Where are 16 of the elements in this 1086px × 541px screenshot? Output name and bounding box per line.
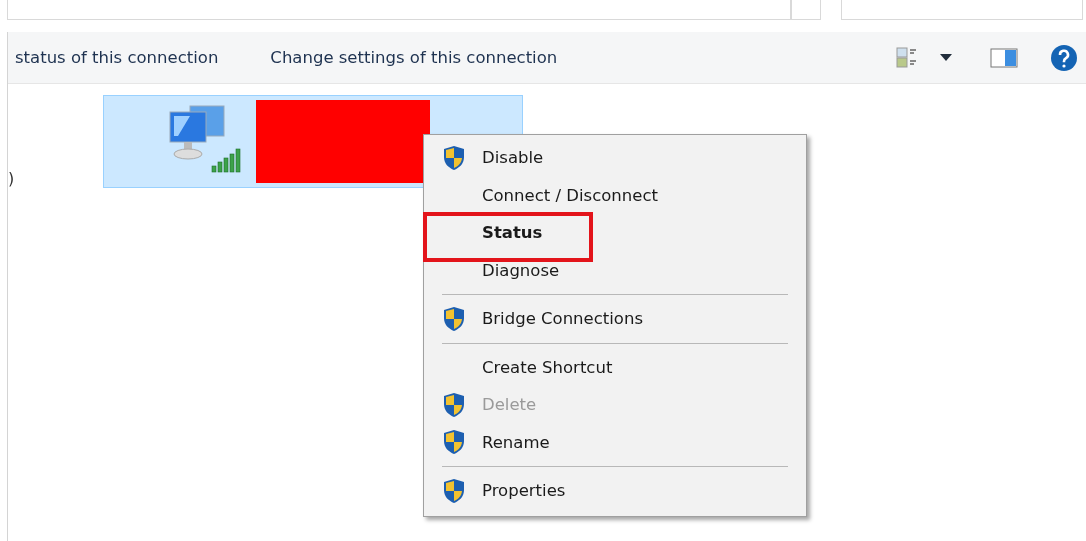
address-field[interactable] <box>7 0 791 20</box>
menu-item[interactable]: Connect / Disconnect <box>482 185 658 205</box>
command-link[interactable]: Change settings of this connection <box>264 48 564 67</box>
search-field[interactable] <box>841 0 1083 20</box>
menu-item[interactable]: Disable <box>482 148 544 168</box>
dropdown-arrow-icon[interactable] <box>940 54 952 61</box>
menu-item[interactable]: Create Shortcut <box>482 357 613 377</box>
menu-item[interactable]: Status <box>482 223 543 243</box>
menu-item[interactable]: Properties <box>482 481 566 501</box>
command-link[interactable]: status of this connection <box>9 48 225 67</box>
connection-detail: ) <box>8 169 16 188</box>
preview-pane-icon[interactable] <box>990 47 1018 68</box>
menu-item[interactable]: Rename <box>482 432 550 452</box>
menu-item[interactable]: Bridge Connections <box>482 309 643 329</box>
menu-item[interactable]: Diagnose <box>482 260 560 280</box>
help-icon[interactable] <box>1050 43 1078 72</box>
